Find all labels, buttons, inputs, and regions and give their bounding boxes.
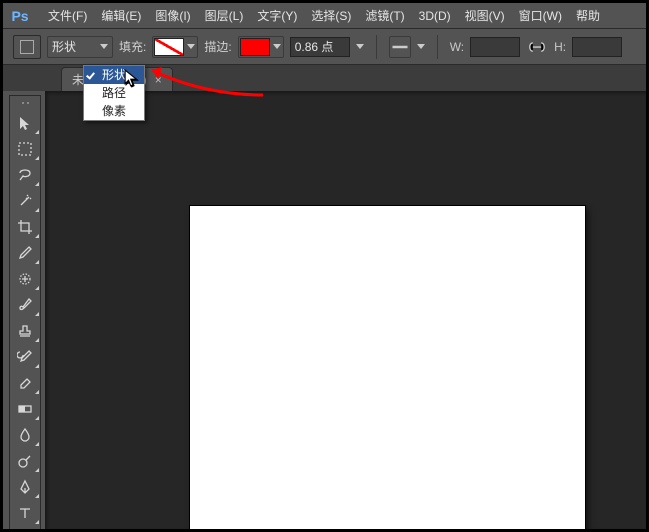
menu-file[interactable]: 文件(F) bbox=[41, 3, 94, 29]
fill-none-icon bbox=[154, 38, 184, 56]
options-bar: 形状 填充: 描边: W: H: bbox=[3, 29, 646, 65]
gradient-tool[interactable] bbox=[10, 397, 40, 421]
stroke-width-field[interactable] bbox=[290, 37, 350, 57]
divider bbox=[376, 35, 377, 59]
close-icon[interactable]: × bbox=[155, 73, 162, 87]
canvas-workspace bbox=[45, 91, 646, 529]
menu-bar: Ps 文件(F) 编辑(E) 图像(I) 图层(L) 文字(Y) 选择(S) 滤… bbox=[3, 3, 646, 29]
stamp-tool[interactable] bbox=[10, 319, 40, 343]
option-label: 路径 bbox=[102, 86, 126, 100]
menu-layer[interactable]: 图层(L) bbox=[198, 3, 251, 29]
menu-edit[interactable]: 编辑(E) bbox=[94, 3, 148, 29]
stroke-style-button[interactable] bbox=[389, 36, 411, 58]
panel-grip-icon[interactable] bbox=[10, 99, 40, 107]
wand-tool[interactable] bbox=[10, 189, 40, 213]
app-frame: Ps 文件(F) 编辑(E) 图像(I) 图层(L) 文字(Y) 选择(S) 滤… bbox=[0, 0, 649, 532]
type-tool[interactable] bbox=[10, 501, 40, 525]
eraser-tool[interactable] bbox=[10, 371, 40, 395]
pen-tool[interactable] bbox=[10, 475, 40, 499]
chevron-down-icon bbox=[272, 44, 282, 49]
shape-mode-value: 形状 bbox=[52, 38, 76, 55]
chevron-down-icon bbox=[100, 44, 108, 49]
menu-type[interactable]: 文字(Y) bbox=[250, 3, 304, 29]
menu-filter[interactable]: 滤镜(T) bbox=[358, 3, 411, 29]
tool-preset-button[interactable] bbox=[13, 35, 41, 59]
width-field[interactable] bbox=[470, 37, 520, 57]
link-wh-icon[interactable] bbox=[526, 36, 548, 58]
menu-window[interactable]: 窗口(W) bbox=[512, 3, 569, 29]
option-label: 像素 bbox=[102, 104, 126, 118]
shape-mode-option-shape[interactable]: 形状 bbox=[84, 66, 144, 84]
shape-mode-menu: 形状 路径 像素 bbox=[83, 65, 145, 121]
document-canvas[interactable] bbox=[190, 206, 585, 532]
height-field[interactable] bbox=[572, 37, 622, 57]
eyedropper-tool[interactable] bbox=[10, 241, 40, 265]
option-label: 形状 bbox=[102, 68, 126, 82]
menu-help[interactable]: 帮助 bbox=[569, 3, 607, 29]
width-label: W: bbox=[450, 40, 464, 54]
check-icon bbox=[88, 68, 98, 78]
fill-swatch[interactable] bbox=[152, 36, 198, 58]
marquee-tool[interactable] bbox=[10, 137, 40, 161]
stroke-swatch[interactable] bbox=[238, 36, 284, 58]
height-label: H: bbox=[554, 40, 566, 54]
stroke-label: 描边: bbox=[204, 38, 231, 55]
menu-3d[interactable]: 3D(D) bbox=[412, 3, 458, 29]
divider bbox=[437, 35, 438, 59]
menu-view[interactable]: 视图(V) bbox=[458, 3, 512, 29]
chevron-down-icon[interactable] bbox=[356, 44, 364, 49]
tools-panel bbox=[9, 95, 41, 531]
stroke-color-icon bbox=[240, 38, 270, 56]
blur-tool[interactable] bbox=[10, 423, 40, 447]
menu-select[interactable]: 选择(S) bbox=[304, 3, 358, 29]
history-brush-tool[interactable] bbox=[10, 345, 40, 369]
shape-mode-option-pixels[interactable]: 像素 bbox=[84, 102, 144, 120]
fill-label: 填充: bbox=[119, 38, 146, 55]
move-tool[interactable] bbox=[10, 111, 40, 135]
rect-icon bbox=[20, 40, 34, 54]
lasso-tool[interactable] bbox=[10, 163, 40, 187]
dodge-tool[interactable] bbox=[10, 449, 40, 473]
shape-mode-option-path[interactable]: 路径 bbox=[84, 84, 144, 102]
crop-tool[interactable] bbox=[10, 215, 40, 239]
spot-heal-tool[interactable] bbox=[10, 267, 40, 291]
chevron-down-icon[interactable] bbox=[417, 44, 425, 49]
menu-image[interactable]: 图像(I) bbox=[148, 3, 197, 29]
brush-tool[interactable] bbox=[10, 293, 40, 317]
shape-mode-dropdown[interactable]: 形状 bbox=[47, 36, 113, 58]
chevron-down-icon bbox=[186, 44, 196, 49]
app-logo: Ps bbox=[9, 6, 31, 26]
